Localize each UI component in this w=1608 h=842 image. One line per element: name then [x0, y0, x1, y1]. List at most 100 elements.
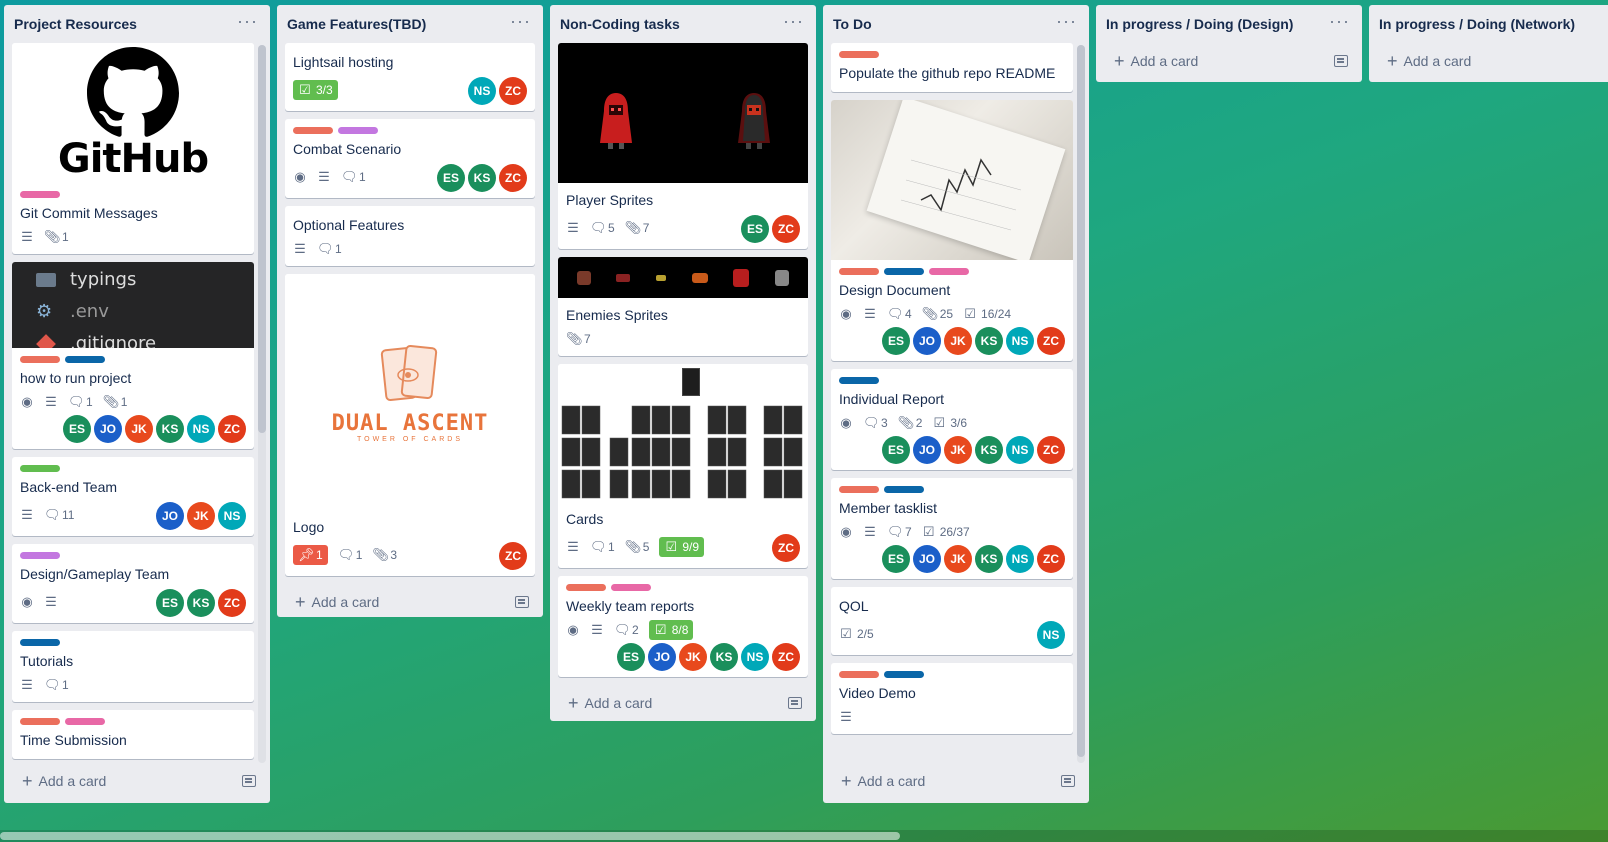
list-header[interactable]: To Do ··· — [823, 5, 1089, 43]
avatar-ns[interactable]: NS — [1006, 327, 1034, 355]
avatar-jo[interactable]: JO — [156, 502, 184, 530]
card[interactable]: Populate the github repo README — [831, 43, 1073, 92]
avatar-es[interactable]: ES — [63, 415, 91, 443]
add-card-button[interactable]: + Add a card — [277, 584, 543, 617]
avatar-zc[interactable]: ZC — [772, 534, 800, 562]
avatar-jk[interactable]: JK — [944, 545, 972, 573]
card[interactable]: Weekly team reports ◉ ☰ 🗨︎ 2 ☑ 8/8 ES JO J… — [558, 576, 808, 677]
card[interactable]: Enemies Sprites 📎︎ 7 — [558, 257, 808, 356]
list-menu-icon[interactable]: ··· — [510, 11, 531, 32]
list-header[interactable]: Project Resources ··· — [4, 5, 270, 43]
avatar-jk[interactable]: JK — [679, 643, 707, 671]
add-card-button[interactable]: + Add a card — [823, 763, 1089, 799]
avatar-zc[interactable]: ZC — [1037, 436, 1065, 464]
list-header[interactable]: Game Features(TBD) ··· — [277, 5, 543, 43]
card[interactable]: Optional Features ☰ 🗨︎ 1 — [285, 206, 535, 266]
list-scrollbar-thumb[interactable] — [258, 45, 266, 433]
avatar-jo[interactable]: JO — [913, 436, 941, 464]
avatar-ns[interactable]: NS — [468, 77, 496, 105]
card[interactable]: Design/Gameplay Team ◉ ☰ ES KS ZC — [12, 544, 254, 623]
avatar-ns[interactable]: NS — [741, 643, 769, 671]
avatar-ns[interactable]: NS — [187, 415, 215, 443]
avatar-ks[interactable]: KS — [468, 164, 496, 192]
card[interactable]: Lightsail hosting ☑ 3/3 NS ZC — [285, 43, 535, 111]
list-title[interactable]: Project Resources — [14, 16, 260, 32]
card[interactable]: Time Submission — [12, 710, 254, 759]
avatar-zc[interactable]: ZC — [1037, 327, 1065, 355]
avatar-jk[interactable]: JK — [944, 327, 972, 355]
avatar-ns[interactable]: NS — [1037, 621, 1065, 649]
list-title[interactable]: To Do — [833, 16, 1079, 32]
board-horizontal-scrollbar[interactable] — [0, 830, 1608, 842]
card-template-icon[interactable] — [515, 596, 529, 608]
add-card-button[interactable]: + Add a card — [550, 685, 816, 721]
list-menu-icon[interactable]: ··· — [1329, 11, 1350, 32]
card[interactable]: Combat Scenario ◉ ☰ 🗨︎ 1 ES KS ZC — [285, 119, 535, 198]
card[interactable]: Tutorials ☰ 🗨︎ 1 — [12, 631, 254, 702]
avatar-zc[interactable]: ZC — [218, 589, 246, 617]
list-title[interactable]: In progress / Doing (Network) — [1379, 16, 1598, 32]
avatar-es[interactable]: ES — [882, 545, 910, 573]
board-scrollbar-thumb[interactable] — [0, 832, 900, 840]
label-purple — [20, 552, 60, 559]
add-card-button[interactable]: + Add a card — [1369, 43, 1608, 79]
card-template-icon[interactable] — [242, 775, 256, 787]
avatar-zc[interactable]: ZC — [772, 215, 800, 243]
list-header[interactable]: Non-Coding tasks ··· — [550, 5, 816, 43]
avatar-ns[interactable]: NS — [1006, 545, 1034, 573]
card-template-icon[interactable] — [1334, 55, 1348, 67]
avatar-zc[interactable]: ZC — [772, 643, 800, 671]
card-template-icon[interactable] — [788, 697, 802, 709]
avatar-ks[interactable]: KS — [156, 415, 184, 443]
card[interactable]: Back-end Team ☰ 🗨︎ 11 JO JK NS — [12, 457, 254, 536]
list-header[interactable]: In progress / Doing (Network) — [1369, 5, 1608, 43]
avatar-jk[interactable]: JK — [187, 502, 215, 530]
avatar-es[interactable]: ES — [156, 589, 184, 617]
card[interactable]: QOL ☑ 2/5 NS — [831, 587, 1073, 655]
avatar-es[interactable]: ES — [882, 327, 910, 355]
list-menu-icon[interactable]: ··· — [237, 11, 258, 32]
list-menu-icon[interactable]: ··· — [783, 11, 804, 32]
description-icon: ☰ — [45, 594, 57, 609]
list-menu-icon[interactable]: ··· — [1056, 11, 1077, 32]
avatar-es[interactable]: ES — [741, 215, 769, 243]
avatar-ks[interactable]: KS — [975, 327, 1003, 355]
avatar-zc[interactable]: ZC — [1037, 545, 1065, 573]
avatar-jo[interactable]: JO — [94, 415, 122, 443]
card-template-icon[interactable] — [1061, 775, 1075, 787]
avatar-zc[interactable]: ZC — [218, 415, 246, 443]
card[interactable]: DUAL ASCENT TOWER OF CARDS Logo 📌︎ 1 🗨︎ 1 … — [285, 274, 535, 576]
avatar-jk[interactable]: JK — [944, 436, 972, 464]
card[interactable]: typings ⚙ .env .gitignore how to run proj… — [12, 262, 254, 449]
avatar-ns[interactable]: NS — [1006, 436, 1034, 464]
card[interactable]: Video Demo ☰ — [831, 663, 1073, 734]
card[interactable]: Individual Report ◉ 🗨︎ 3 📎︎ 2 ☑ 3/6 ES JO J… — [831, 369, 1073, 470]
list-title[interactable]: In progress / Doing (Design) — [1106, 16, 1352, 32]
list-title[interactable]: Game Features(TBD) — [287, 16, 533, 32]
card[interactable]: GitHub Git Commit Messages ☰ 📎︎ 1 — [12, 43, 254, 254]
card[interactable]: Member tasklist ◉ ☰ 🗨︎ 7 ☑ 26/37 ES JO JK … — [831, 478, 1073, 579]
avatar-ks[interactable]: KS — [975, 436, 1003, 464]
card[interactable]: Cards ☰ 🗨︎ 1 📎︎ 5 ☑ 9/9 ZC — [558, 364, 808, 568]
avatar-zc[interactable]: ZC — [499, 164, 527, 192]
list-scrollbar-thumb[interactable] — [1077, 45, 1085, 757]
card[interactable]: Player Sprites ☰ 🗨︎ 5 📎︎ 7 ES ZC — [558, 43, 808, 249]
avatar-ks[interactable]: KS — [710, 643, 738, 671]
avatar-es[interactable]: ES — [617, 643, 645, 671]
list-title[interactable]: Non-Coding tasks — [560, 16, 806, 32]
avatar-zc[interactable]: ZC — [499, 77, 527, 105]
avatar-es[interactable]: ES — [882, 436, 910, 464]
list-header[interactable]: In progress / Doing (Design) ··· — [1096, 5, 1362, 43]
avatar-ks[interactable]: KS — [187, 589, 215, 617]
avatar-zc[interactable]: ZC — [499, 542, 527, 570]
avatar-ns[interactable]: NS — [218, 502, 246, 530]
avatar-es[interactable]: ES — [437, 164, 465, 192]
avatar-jo[interactable]: JO — [913, 545, 941, 573]
avatar-jk[interactable]: JK — [125, 415, 153, 443]
avatar-jo[interactable]: JO — [648, 643, 676, 671]
card[interactable]: Design Document ◉ ☰ 🗨︎ 4 📎︎ 25 ☑ 16/24 ES J… — [831, 100, 1073, 361]
avatar-jo[interactable]: JO — [913, 327, 941, 355]
add-card-button[interactable]: + Add a card — [4, 763, 270, 799]
add-card-button[interactable]: + Add a card — [1096, 43, 1362, 79]
avatar-ks[interactable]: KS — [975, 545, 1003, 573]
